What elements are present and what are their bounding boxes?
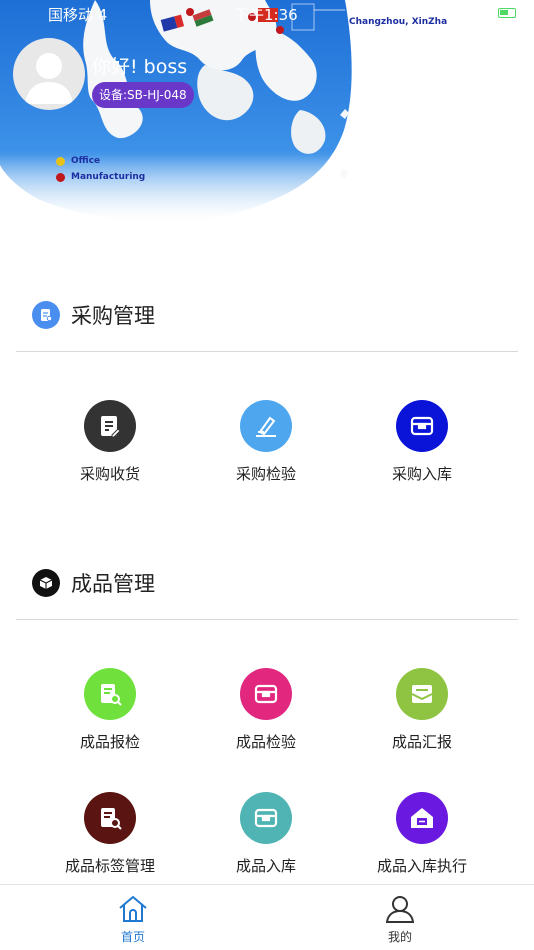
map-legend: Office Manufacturing bbox=[56, 153, 145, 185]
avatar[interactable] bbox=[13, 38, 85, 110]
tile-product-stockin-exec[interactable]: 成品入库执行 bbox=[352, 792, 492, 876]
tile-label: 成品入库 bbox=[235, 857, 296, 875]
box-icon bbox=[240, 792, 292, 844]
tile-product-stockin[interactable]: 成品入库 bbox=[196, 792, 336, 876]
product-cube-icon bbox=[32, 569, 60, 597]
mail-report-icon bbox=[396, 668, 448, 720]
tab-label: 我的 bbox=[387, 930, 412, 944]
box-icon bbox=[240, 668, 292, 720]
tab-mine[interactable]: 我的 bbox=[360, 893, 440, 945]
carrier-label: 国移动 4 bbox=[48, 6, 108, 24]
tile-label: 采购检验 bbox=[235, 465, 296, 483]
greeting-text: 你好! boss bbox=[92, 56, 188, 78]
device-badge: 设备:SB-HJ-048 bbox=[92, 82, 194, 108]
home-icon bbox=[119, 895, 147, 922]
scan-label: 扫码绑定 bbox=[472, 84, 516, 97]
inspection-icon bbox=[240, 400, 292, 452]
tile-label: 成品报检 bbox=[79, 733, 140, 751]
scan-bind-button[interactable]: 扫码绑定 bbox=[470, 44, 518, 98]
legend-item-manufacturing: Manufacturing bbox=[56, 169, 145, 185]
scan-icon bbox=[478, 44, 510, 76]
box-icon bbox=[396, 400, 448, 452]
tile-purchase-inspect[interactable]: 采购检验 bbox=[196, 400, 336, 484]
office-dot-icon bbox=[56, 156, 65, 166]
user-icon bbox=[385, 896, 415, 923]
tile-label: 成品汇报 bbox=[391, 733, 452, 751]
tile-purchase-stockin[interactable]: 采购入库 bbox=[352, 400, 492, 484]
product-section-header: 成品管理 bbox=[32, 568, 155, 598]
status-bar: 国移动 4 下午1:36 bbox=[0, 0, 534, 28]
section-title: 成品管理 bbox=[71, 572, 155, 596]
bottom-tab-bar: 首页 我的 bbox=[0, 884, 534, 950]
legend-label: Manufacturing bbox=[71, 172, 146, 182]
tile-product-report[interactable]: 成品汇报 bbox=[352, 668, 492, 752]
legend-label: Office bbox=[71, 156, 101, 166]
tile-product-report-inspect[interactable]: 成品报检 bbox=[40, 668, 180, 752]
manufacturing-dot-icon bbox=[56, 172, 65, 182]
world-map-illustration bbox=[0, 0, 534, 235]
legend-item-office: Office bbox=[56, 153, 145, 169]
tile-label: 采购收货 bbox=[79, 465, 140, 483]
label-search-icon bbox=[84, 792, 136, 844]
tile-product-inspect[interactable]: 成品检验 bbox=[196, 668, 336, 752]
map-caption: Changzhou, XinZha bbox=[349, 17, 448, 27]
tile-label: 成品入库执行 bbox=[376, 857, 467, 875]
section-divider bbox=[16, 619, 518, 620]
battery-icon bbox=[498, 8, 516, 18]
tab-label: 首页 bbox=[120, 930, 145, 944]
tile-label: 成品检验 bbox=[235, 733, 296, 751]
tile-label: 采购入库 bbox=[391, 465, 452, 483]
section-title: 采购管理 bbox=[71, 304, 155, 328]
tile-product-label-manage[interactable]: 成品标签管理 bbox=[40, 792, 180, 876]
purchase-doc-icon bbox=[32, 301, 60, 329]
section-divider bbox=[16, 351, 518, 352]
purchase-section-header: 采购管理 bbox=[32, 300, 155, 330]
report-search-icon bbox=[84, 668, 136, 720]
clock-label: 下午1:36 bbox=[234, 6, 298, 24]
tab-home[interactable]: 首页 bbox=[93, 893, 173, 945]
tile-label: 成品标签管理 bbox=[64, 857, 155, 875]
header-banner: 国移动 4 下午1:36 Changzhou, XinZha 你好! boss … bbox=[0, 0, 534, 235]
user-silhouette-icon bbox=[25, 53, 73, 104]
warehouse-icon bbox=[396, 792, 448, 844]
tile-purchase-receive[interactable]: 采购收货 bbox=[40, 400, 180, 484]
document-edit-icon bbox=[84, 400, 136, 452]
